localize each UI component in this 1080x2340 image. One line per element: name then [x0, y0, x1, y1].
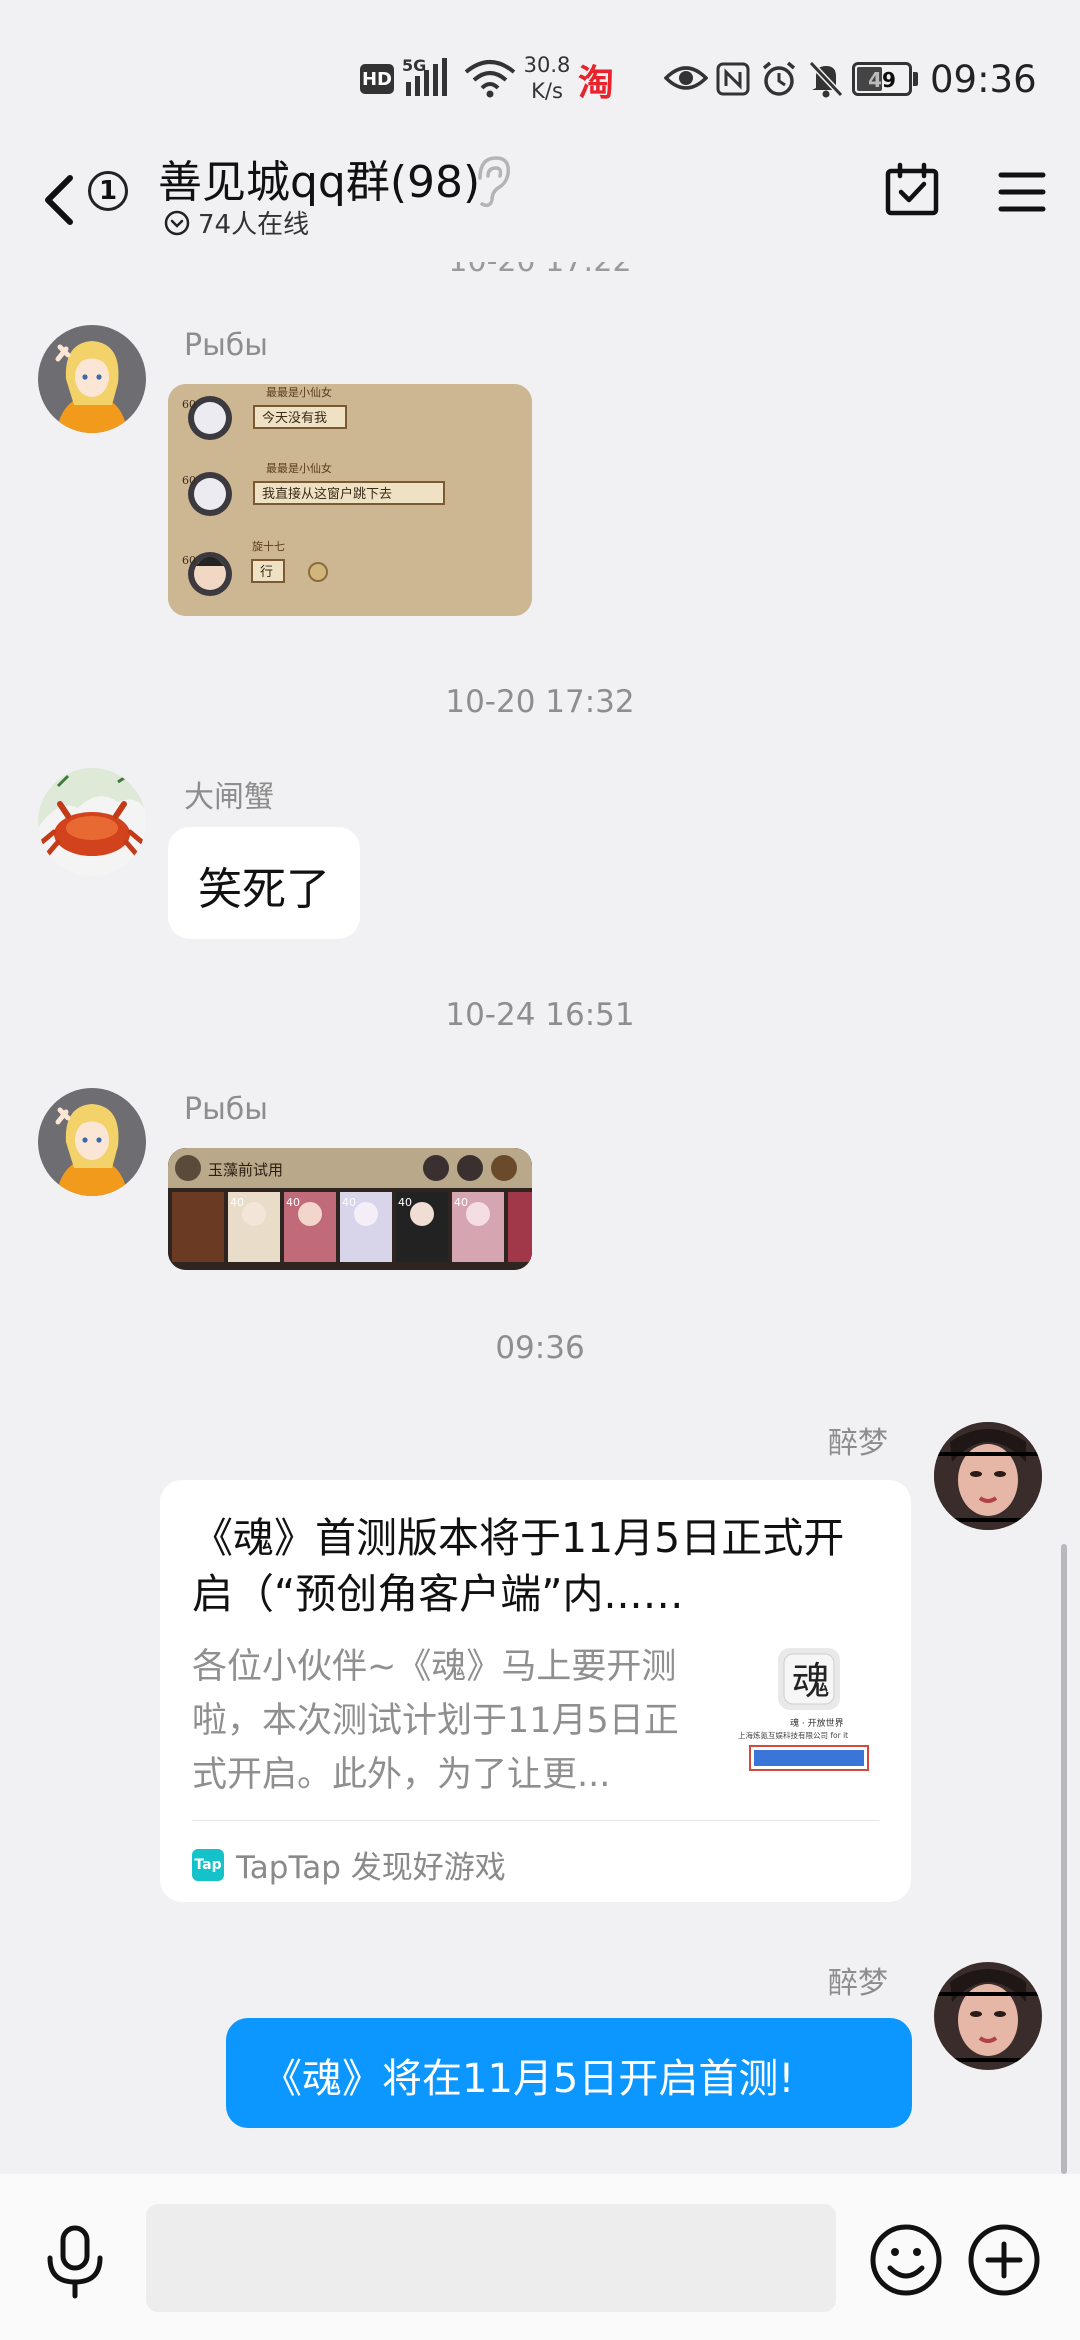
image-message[interactable]: 60 最最是小仙女 今天没有我 60 最最是小仙女 我直接从这窗户跳下去 60 …	[168, 384, 532, 616]
unread-count-badge[interactable]: 1	[88, 171, 128, 211]
text-message[interactable]: 《魂》将在11月5日开启首测!	[226, 2018, 912, 2128]
back-button[interactable]	[40, 170, 80, 230]
calendar-button[interactable]	[884, 162, 940, 218]
message-input[interactable]	[146, 2204, 836, 2312]
voice-button[interactable]	[42, 2224, 108, 2300]
card-description: 各位小伙伴~《魂》马上要开测啦，本次测试计划于11月5日正式开启。此外，为了让更…	[192, 1647, 679, 1795]
calendar-check-icon	[885, 162, 939, 216]
online-status[interactable]: 74人在线	[164, 204, 309, 241]
svg-text:40: 40	[342, 1196, 356, 1209]
svg-text:玉藻前试用: 玉藻前试用	[208, 1161, 283, 1179]
thumb-title: 魂	[792, 1659, 830, 1703]
svg-text:40: 40	[230, 1196, 244, 1209]
link-share-card[interactable]: 《魂》首测版本将于11月5日正式开启（“预创角客户端”内...… 各位小伙伴~《…	[160, 1480, 911, 1902]
card-source: Tap TapTap 发现好游戏	[192, 1842, 506, 1887]
svg-text:40: 40	[454, 1196, 468, 1209]
microphone-icon	[47, 2225, 103, 2299]
svg-text:行: 行	[260, 565, 273, 580]
svg-text:我直接从这窗户跳下去: 我直接从这窗户跳下去	[262, 486, 392, 502]
online-count-label: 74人在线	[198, 210, 310, 240]
svg-text:魂 · 开放世界: 魂 · 开放世界	[790, 1717, 844, 1729]
text-message[interactable]: 笑死了	[168, 827, 360, 939]
alarm-icon	[760, 60, 798, 98]
taobao-icon: 淘	[578, 63, 615, 104]
wifi-icon	[464, 58, 516, 98]
sender-name: 醉梦	[828, 1426, 888, 1461]
group-title[interactable]: 善见城qq群(98)	[158, 146, 480, 210]
timestamp: 10-24 16:51	[445, 997, 635, 1033]
card-source-label: TapTap 发现好游戏	[236, 1850, 506, 1886]
avatar[interactable]	[934, 1962, 1042, 2070]
nfc-icon	[716, 62, 750, 96]
emoji-button[interactable]	[868, 2222, 944, 2298]
sender-name: 大闸蟹	[184, 780, 274, 815]
hamburger-icon	[998, 172, 1046, 212]
svg-text:最最是小仙女: 最最是小仙女	[266, 461, 332, 475]
svg-text:60: 60	[182, 398, 196, 411]
eye-icon	[663, 62, 709, 94]
timestamp: 10-20 17:32	[445, 684, 635, 720]
chevron-left-icon	[45, 175, 73, 225]
status-bar: HD 5G 30.8 K/s 淘 49 09:36	[0, 0, 1080, 150]
card-thumbnail: 魂 魂 · 开放世界 上海炼氪互娱科技有限公司 for it	[738, 1642, 878, 1782]
sender-name: Рыбы	[184, 1092, 268, 1127]
smile-icon	[870, 2224, 942, 2296]
ear-icon[interactable]	[472, 152, 512, 212]
svg-text:旋十七: 旋十七	[252, 539, 285, 553]
message-text: 《魂》将在11月5日开启首测!	[262, 2056, 795, 2102]
divider	[192, 1820, 879, 1821]
avatar[interactable]	[38, 768, 146, 876]
hd-icon: HD	[360, 64, 394, 94]
svg-text:今天没有我: 今天没有我	[262, 410, 327, 426]
avatar[interactable]	[934, 1422, 1042, 1530]
sender-name: Рыбы	[184, 328, 268, 363]
game-screenshot-image: 60 最最是小仙女 今天没有我 60 最最是小仙女 我直接从这窗户跳下去 60 …	[168, 384, 532, 616]
sender-name: 醉梦	[828, 1966, 888, 2001]
more-button[interactable]	[966, 2222, 1042, 2298]
menu-button[interactable]	[998, 170, 1046, 214]
cellular-signal-icon: 5G	[402, 56, 460, 98]
taptap-logo-icon: Tap	[192, 1848, 224, 1881]
chevron-down-circle-icon	[164, 210, 190, 235]
svg-text:40: 40	[398, 1196, 412, 1209]
message-list[interactable]: 10-20 17:22 Рыбы 60 最最是小仙女 今天没有我 6	[0, 262, 1080, 2172]
scrollbar[interactable]	[1061, 1544, 1067, 2174]
image-message[interactable]: 玉藻前试用 40 40 40 40 40	[168, 1148, 532, 1270]
timestamp: 10-20 17:22	[0, 262, 1080, 279]
timestamp: 09:36	[495, 1330, 585, 1366]
message-text: 笑死了	[198, 864, 330, 915]
game-screenshot-image: 玉藻前试用 40 40 40 40 40	[168, 1148, 532, 1270]
svg-text:60: 60	[182, 554, 196, 567]
clock: 09:36	[930, 58, 1037, 101]
input-bar	[0, 2174, 1080, 2340]
thumb-company: 上海炼氪互娱科技有限公司 for it	[738, 1730, 848, 1740]
svg-text:60: 60	[182, 474, 196, 487]
svg-text:40: 40	[286, 1196, 300, 1209]
plus-circle-icon	[968, 2224, 1040, 2296]
battery-icon: 49	[852, 62, 920, 96]
chat-header: 1 善见城qq群(98) 74人在线	[0, 140, 1080, 260]
avatar[interactable]	[38, 1088, 146, 1196]
svg-text:最最是小仙女: 最最是小仙女	[266, 385, 332, 399]
network-speed: 30.8 K/s	[523, 53, 571, 103]
card-title: 《魂》首测版本将于11月5日正式开启（“预创角客户端”内...…	[192, 1514, 845, 1618]
mute-bell-icon	[808, 60, 844, 98]
avatar[interactable]	[38, 325, 146, 433]
